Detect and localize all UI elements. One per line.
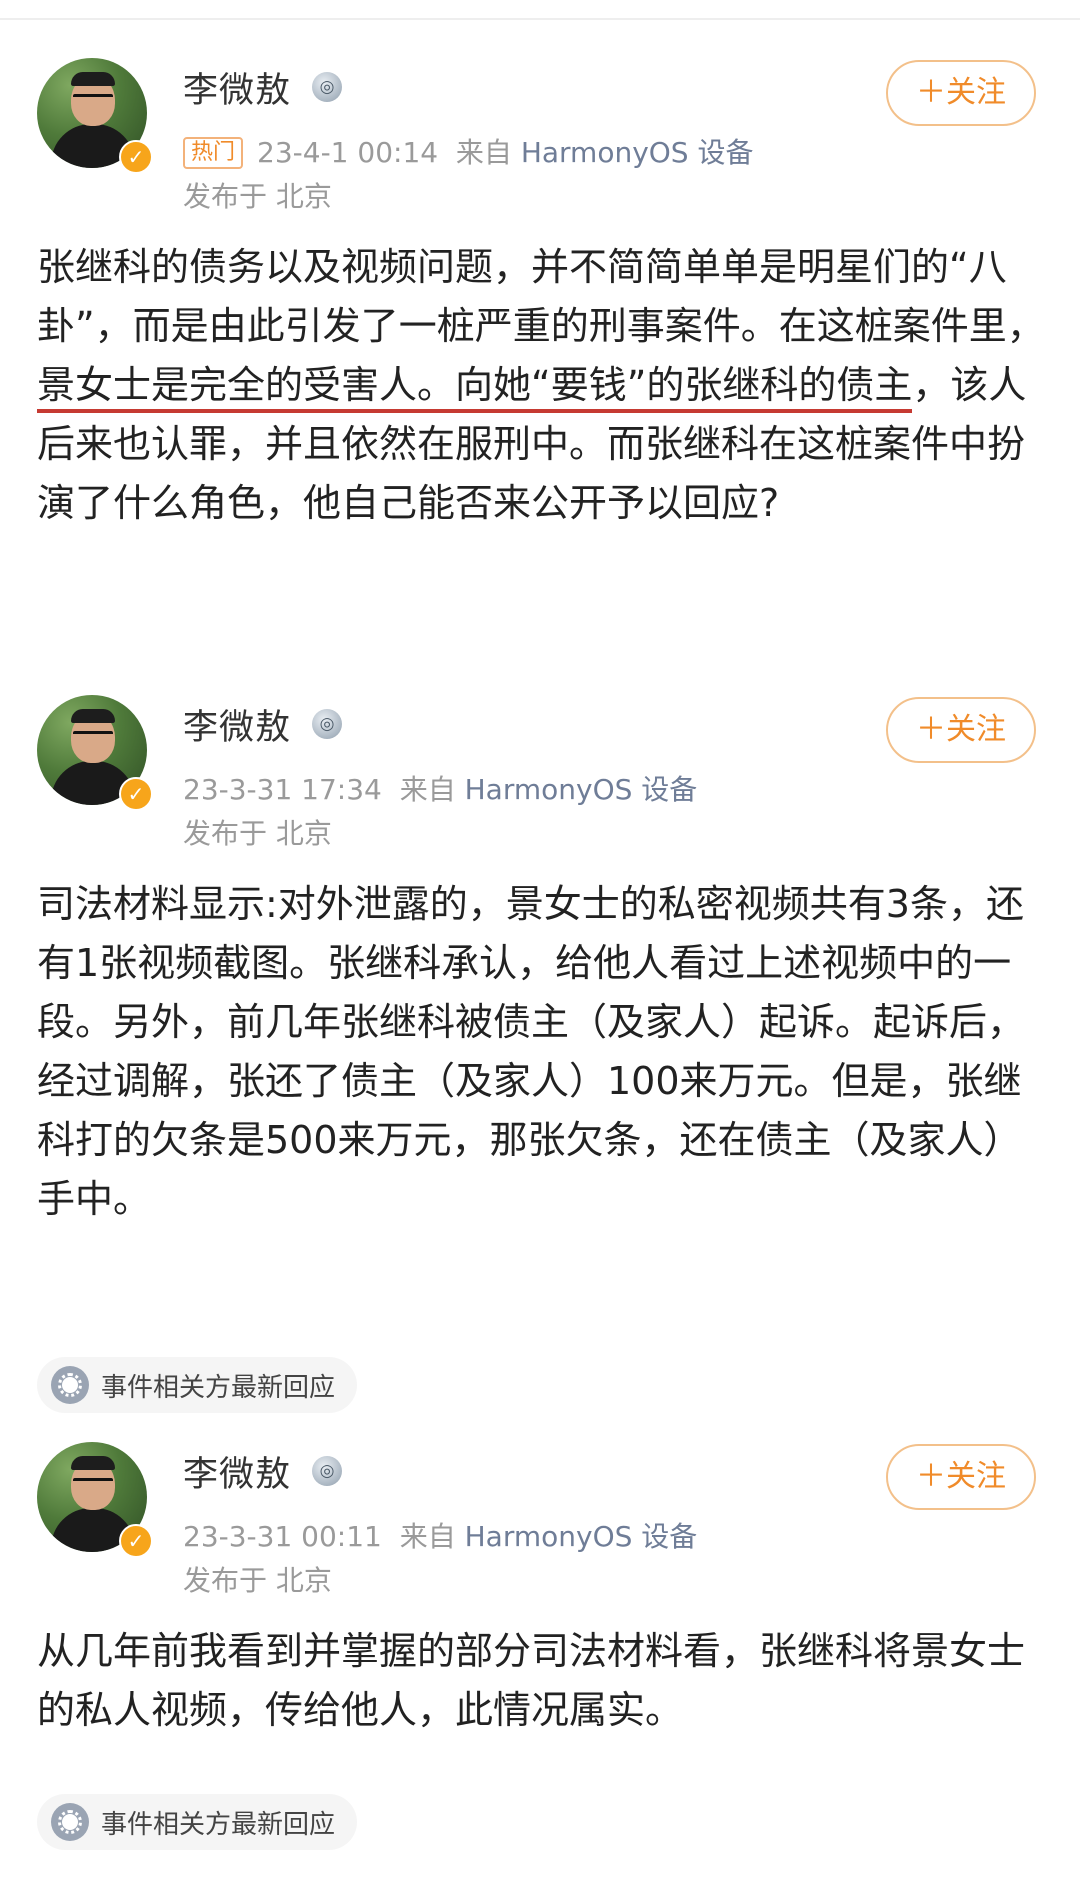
source-prefix: 来自 xyxy=(399,1520,456,1553)
post-1: ✓ 李微敖 ◎ 热门 23-4-1 00:14 来自 HarmonyOS 设备 发… xyxy=(0,58,1080,618)
post-time: 23-3-31 17:34 xyxy=(183,773,382,806)
post-location: 发布于 北京 xyxy=(183,817,332,850)
author-avatar[interactable]: ✓ xyxy=(37,58,153,174)
post-source[interactable]: HarmonyOS 设备 xyxy=(465,1520,698,1553)
source-prefix: 来自 xyxy=(455,136,512,169)
post-text[interactable]: 司法材料显示:对外泄露的，景女士的私密视频共有3条，还有1张视频截图。张继科承认… xyxy=(37,875,1047,1229)
avatar-hair-shape xyxy=(71,709,115,723)
post-time: 23-4-1 00:14 xyxy=(257,136,439,169)
post-3: ✓ 李微敖 ◎ 23-3-31 00:11 来自 HarmonyOS 设备 发布… xyxy=(0,1442,1080,1882)
author-name[interactable]: 李微敖 xyxy=(183,62,291,113)
medal-icon: ◎ xyxy=(312,1456,342,1486)
topic-tag-label: 事件相关方最新回应 xyxy=(101,1809,336,1840)
avatar-glasses-shape xyxy=(73,94,113,106)
medal-icon: ◎ xyxy=(312,709,342,739)
avatar-glasses-shape xyxy=(73,731,113,743)
post-text-part: 张继科的债务以及视频问题，并不简简单单是明星们的“八卦”，而是由此引发了一桩严重… xyxy=(37,245,1045,348)
follow-button[interactable]: ＋关注 xyxy=(886,60,1036,126)
post-location: 发布于 北京 xyxy=(183,180,332,213)
avatar-hair-shape xyxy=(71,1456,115,1470)
post-text[interactable]: 张继科的债务以及视频问题，并不简简单单是明星们的“八卦”，而是由此引发了一桩严重… xyxy=(37,238,1047,533)
follow-button[interactable]: ＋关注 xyxy=(886,697,1036,763)
author-name[interactable]: 李微敖 xyxy=(183,1446,291,1497)
author-name[interactable]: 李微敖 xyxy=(183,699,291,750)
post-text[interactable]: 从几年前我看到并掌握的部分司法材料看，张继科将景女士的私人视频，传给他人，此情况… xyxy=(37,1622,1047,1740)
post-meta: 23-3-31 00:11 来自 HarmonyOS 设备 xyxy=(183,1515,697,1555)
author-avatar[interactable]: ✓ xyxy=(37,1442,153,1558)
topic-tag[interactable]: 事件相关方最新回应 xyxy=(37,1357,358,1413)
top-divider xyxy=(0,18,1080,20)
verified-badge-icon: ✓ xyxy=(119,1524,153,1558)
topic-icon xyxy=(51,1803,89,1841)
topic-icon xyxy=(51,1366,89,1404)
follow-button[interactable]: ＋关注 xyxy=(886,1444,1036,1510)
post-source[interactable]: HarmonyOS 设备 xyxy=(521,136,754,169)
medal-icon: ◎ xyxy=(312,72,342,102)
verified-badge-icon: ✓ xyxy=(119,777,153,811)
verified-badge-icon: ✓ xyxy=(119,140,153,174)
author-avatar[interactable]: ✓ xyxy=(37,695,153,811)
post-meta: 23-3-31 17:34 来自 HarmonyOS 设备 xyxy=(183,768,697,808)
post-time: 23-3-31 00:11 xyxy=(183,1520,382,1553)
underlined-text: 景女士是完全的受害人。向她“要钱”的张继科的债主 xyxy=(37,363,913,413)
topic-tag[interactable]: 事件相关方最新回应 xyxy=(37,1794,358,1850)
post-location: 发布于 北京 xyxy=(183,1564,332,1597)
post-source[interactable]: HarmonyOS 设备 xyxy=(465,773,698,806)
topic-tag-label: 事件相关方最新回应 xyxy=(101,1372,336,1403)
post-meta: 热门 23-4-1 00:14 来自 HarmonyOS 设备 xyxy=(183,131,753,171)
post-2: ✓ 李微敖 ◎ 23-3-31 17:34 来自 HarmonyOS 设备 发布… xyxy=(0,695,1080,1415)
avatar-glasses-shape xyxy=(73,1478,113,1490)
hot-badge: 热门 xyxy=(183,137,244,169)
source-prefix: 来自 xyxy=(399,773,456,806)
avatar-hair-shape xyxy=(71,72,115,86)
